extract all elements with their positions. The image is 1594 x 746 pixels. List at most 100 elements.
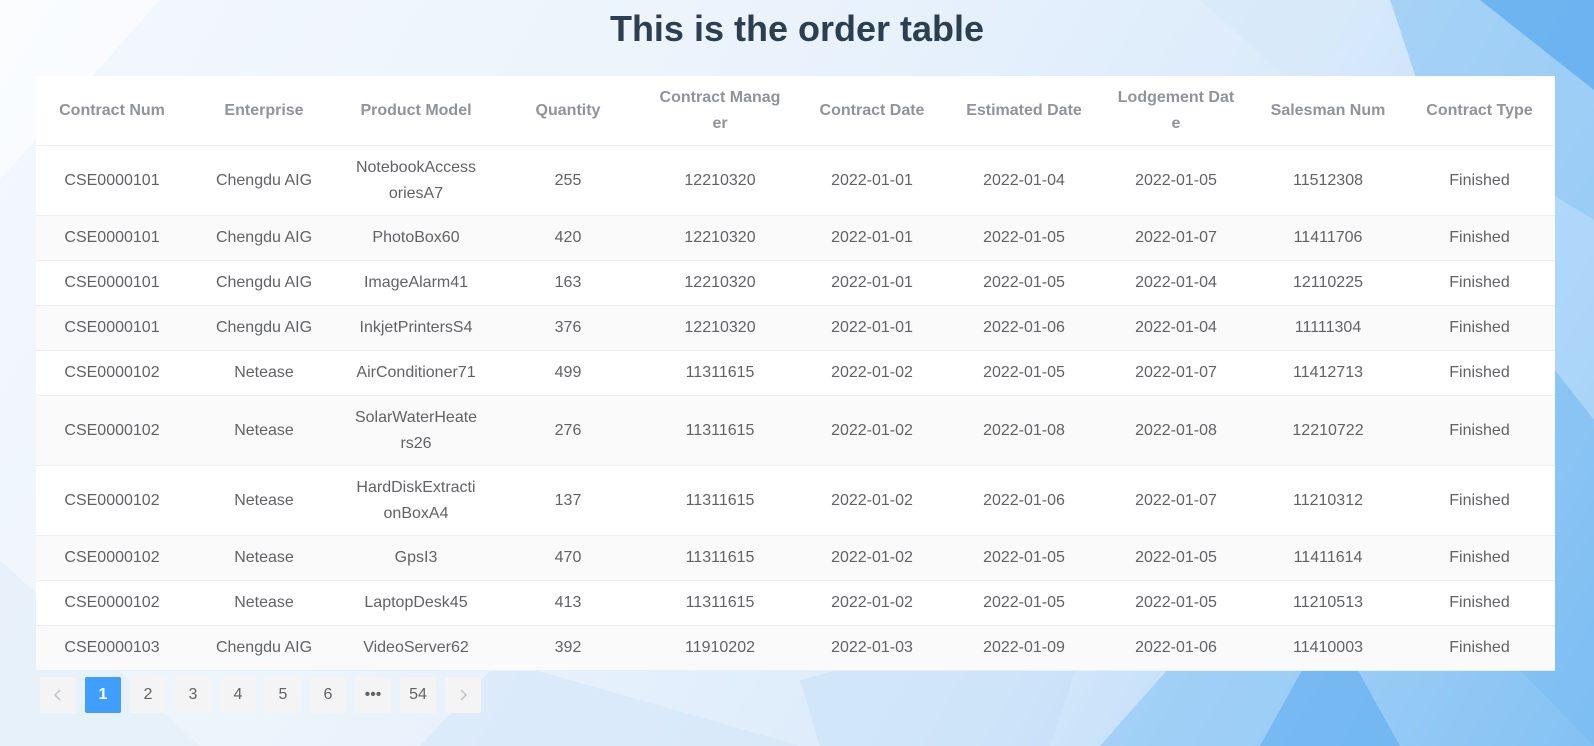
cell-product-model: VideoServer62: [340, 625, 492, 671]
cell-contract-type: Finished: [1404, 465, 1555, 536]
cell-salesman-num: 11412713: [1252, 350, 1404, 396]
table-row[interactable]: CSE0000101 Chengdu AIG InkjetPrintersS4 376…: [36, 305, 1555, 351]
cell-contract-manager: 11311615: [644, 580, 796, 626]
cell-product-model: PhotoBox60: [340, 215, 492, 261]
cell-lodgement-date: 2022-01-08: [1100, 395, 1252, 466]
cell-contract-type: Finished: [1404, 625, 1555, 671]
table-row[interactable]: CSE0000101 Chengdu AIG ImageAlarm41 163 1221…: [36, 260, 1555, 306]
col-header-salesman-num: Salesman Num: [1252, 76, 1404, 146]
col-header-quantity: Quantity: [492, 76, 644, 146]
cell-lodgement-date: 2022-01-04: [1100, 260, 1252, 306]
table-row[interactable]: CSE0000101 Chengdu AIG PhotoBox60 420 122103…: [36, 215, 1555, 261]
cell-quantity: 163: [492, 260, 644, 306]
cell-enterprise: Netease: [188, 580, 340, 626]
cell-contract-type: Finished: [1404, 305, 1555, 351]
cell-salesman-num: 11210312: [1252, 465, 1404, 536]
cell-estimated-date: 2022-01-06: [948, 305, 1100, 351]
cell-contract-date: 2022-01-01: [796, 305, 948, 351]
prev-page-button[interactable]: [40, 677, 76, 713]
cell-contract-date: 2022-01-01: [796, 260, 948, 306]
cell-contract-type: Finished: [1404, 260, 1555, 306]
page-title: This is the order table: [609, 8, 985, 49]
cell-salesman-num: 11411706: [1252, 215, 1404, 261]
cell-contract-manager: 11311615: [644, 350, 796, 396]
pagination: 1 2 3 4 5 6 ••• 54: [40, 677, 481, 713]
cell-contract-manager: 12210320: [644, 145, 796, 216]
col-header-contract-type: Contract Type: [1404, 76, 1555, 146]
cell-estimated-date: 2022-01-04: [948, 145, 1100, 216]
col-header-lodgement-date: Lodgement Date: [1100, 76, 1252, 146]
cell-salesman-num: 12210722: [1252, 395, 1404, 466]
cell-estimated-date: 2022-01-05: [948, 535, 1100, 581]
cell-product-model: InkjetPrintersS4: [340, 305, 492, 351]
page-button-2[interactable]: 2: [130, 677, 166, 713]
cell-quantity: 470: [492, 535, 644, 581]
page-button-3[interactable]: 3: [175, 677, 211, 713]
page-button-5[interactable]: 5: [265, 677, 301, 713]
cell-lodgement-date: 2022-01-07: [1100, 465, 1252, 536]
table-row[interactable]: CSE0000102 Netease GpsI3 470 11311615 2022-01…: [36, 535, 1555, 581]
cell-contract-manager: 11311615: [644, 395, 796, 466]
table-body: CSE0000101 Chengdu AIG NotebookAccess orie…: [36, 145, 1555, 671]
cell-salesman-num: 11512308: [1252, 145, 1404, 216]
col-header-enterprise: Enterprise: [188, 76, 340, 146]
cell-contract-type: Finished: [1404, 350, 1555, 396]
cell-enterprise: Chengdu AIG: [188, 215, 340, 261]
cell-enterprise: Netease: [188, 465, 340, 536]
cell-quantity: 392: [492, 625, 644, 671]
more-pages-button[interactable]: •••: [355, 677, 391, 713]
chevron-right-icon: [460, 689, 468, 701]
cell-contract-num: CSE0000101: [36, 215, 188, 261]
cell-salesman-num: 12110225: [1252, 260, 1404, 306]
cell-quantity: 420: [492, 215, 644, 261]
table-row[interactable]: CSE0000102 Netease HardDiskExtracti onBoxA…: [36, 465, 1555, 536]
cell-salesman-num: 11111304: [1252, 305, 1404, 351]
cell-product-model: HardDiskExtracti onBoxA4: [340, 465, 492, 536]
cell-contract-date: 2022-01-02: [796, 395, 948, 466]
cell-contract-manager: 11910202: [644, 625, 796, 671]
cell-estimated-date: 2022-01-06: [948, 465, 1100, 536]
cell-contract-manager: 11311615: [644, 465, 796, 536]
cell-contract-date: 2022-01-02: [796, 465, 948, 536]
cell-estimated-date: 2022-01-09: [948, 625, 1100, 671]
cell-contract-num: CSE0000102: [36, 395, 188, 466]
page-button-1[interactable]: 1: [85, 677, 121, 713]
table-row[interactable]: CSE0000102 Netease SolarWaterHeate rs26 276…: [36, 395, 1555, 466]
cell-product-model: SolarWaterHeate rs26: [340, 395, 492, 466]
table-row[interactable]: CSE0000103 Chengdu AIG VideoServer62 392 119…: [36, 625, 1555, 671]
cell-contract-date: 2022-01-02: [796, 580, 948, 626]
cell-enterprise: Chengdu AIG: [188, 305, 340, 351]
table-row[interactable]: CSE0000102 Netease AirConditioner71 499 1131…: [36, 350, 1555, 396]
cell-contract-date: 2022-01-01: [796, 145, 948, 216]
table-row[interactable]: CSE0000101 Chengdu AIG NotebookAccess orie…: [36, 145, 1555, 216]
cell-contract-date: 2022-01-02: [796, 350, 948, 396]
table-header-row: Contract Num Enterprise Product Model Qu…: [36, 76, 1555, 146]
cell-quantity: 137: [492, 465, 644, 536]
cell-product-model: ImageAlarm41: [340, 260, 492, 306]
cell-quantity: 276: [492, 395, 644, 466]
page-button-54[interactable]: 54: [400, 677, 436, 713]
cell-quantity: 413: [492, 580, 644, 626]
cell-enterprise: Netease: [188, 535, 340, 581]
cell-estimated-date: 2022-01-08: [948, 395, 1100, 466]
cell-salesman-num: 11410003: [1252, 625, 1404, 671]
cell-quantity: 499: [492, 350, 644, 396]
cell-contract-date: 2022-01-02: [796, 535, 948, 581]
order-table: Contract Num Enterprise Product Model Qu…: [36, 76, 1555, 671]
cell-lodgement-date: 2022-01-07: [1100, 350, 1252, 396]
cell-contract-type: Finished: [1404, 215, 1555, 261]
cell-estimated-date: 2022-01-05: [948, 215, 1100, 261]
cell-enterprise: Chengdu AIG: [188, 260, 340, 306]
cell-quantity: 376: [492, 305, 644, 351]
page-button-4[interactable]: 4: [220, 677, 256, 713]
cell-contract-manager: 12210320: [644, 260, 796, 306]
col-header-contract-num: Contract Num: [36, 76, 188, 146]
table-row[interactable]: CSE0000102 Netease LaptopDesk45 413 11311615…: [36, 580, 1555, 626]
col-header-product-model: Product Model: [340, 76, 492, 146]
cell-contract-date: 2022-01-03: [796, 625, 948, 671]
next-page-button[interactable]: [445, 677, 481, 713]
col-header-contract-date: Contract Date: [796, 76, 948, 146]
cell-contract-num: CSE0000103: [36, 625, 188, 671]
cell-enterprise: Chengdu AIG: [188, 625, 340, 671]
page-button-6[interactable]: 6: [310, 677, 346, 713]
